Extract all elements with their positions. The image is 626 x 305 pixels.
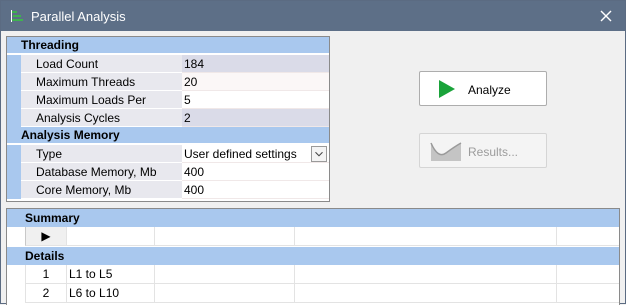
details-band-header[interactable]: Details [7, 247, 619, 265]
summary-row[interactable]: ▶ [7, 227, 619, 246]
play-icon [439, 80, 455, 98]
row-gutter [7, 91, 21, 109]
analysis-memory-section-header[interactable]: Analysis Memory [7, 127, 329, 143]
summary-cell[interactable] [295, 227, 557, 246]
summary-cell[interactable] [67, 227, 155, 246]
maximum-loads-per-thread-value[interactable]: 5 [182, 91, 329, 109]
detail-cell[interactable] [557, 265, 619, 284]
row-gutter [7, 55, 21, 73]
row-gutter [7, 73, 21, 91]
results-button[interactable]: Results... [419, 133, 547, 168]
analysis-grid: Summary ▶ Details 1 L1 to L5 2 L6 to L10 [6, 208, 620, 305]
property-name: Maximum Loads Per Thread [21, 91, 182, 125]
row-gutter [7, 109, 21, 127]
parallel-analysis-window: Parallel Analysis Threading Load Count 1… [0, 0, 626, 305]
core-memory-value[interactable]: 400 [182, 181, 329, 199]
row-gutter [7, 163, 21, 181]
results-surface-icon [430, 142, 462, 161]
memory-type-select[interactable]: User defined settings [182, 145, 329, 163]
row-index: 1 [25, 265, 67, 284]
analyze-button-label: Analyze [468, 83, 511, 97]
property-name: Core Memory, Mb [21, 181, 182, 199]
row-gutter [7, 145, 21, 163]
detail-cell[interactable] [155, 265, 295, 284]
detail-cell[interactable] [557, 284, 619, 303]
property-row-maximum-threads[interactable]: Maximum Threads 20 [7, 73, 329, 91]
load-range-cell[interactable]: L1 to L5 [67, 265, 155, 284]
title-bar[interactable]: Parallel Analysis [1, 1, 625, 31]
property-name: Analysis Cycles [21, 109, 182, 127]
maximum-threads-value[interactable]: 20 [182, 73, 329, 91]
property-row-analysis-cycles[interactable]: Analysis Cycles 2 [7, 109, 329, 127]
database-memory-value[interactable]: 400 [182, 163, 329, 181]
memory-type-value: User defined settings [184, 147, 297, 161]
table-row[interactable]: 1 L1 to L5 [7, 265, 619, 284]
table-row[interactable]: 2 L6 to L10 [7, 284, 619, 303]
analyze-button[interactable]: Analyze [419, 71, 547, 106]
parallel-analysis-icon [11, 10, 23, 22]
window-title: Parallel Analysis [31, 9, 126, 24]
threading-section-header[interactable]: Threading [7, 37, 329, 53]
settings-property-grid: Threading Load Count 184 Maximum Threads… [6, 36, 330, 202]
analysis-cycles-value[interactable]: 2 [182, 109, 329, 127]
property-row-database-memory[interactable]: Database Memory, Mb 400 [7, 163, 329, 181]
property-row-core-memory[interactable]: Core Memory, Mb 400 [7, 181, 329, 199]
summary-cell[interactable] [155, 227, 295, 246]
detail-cell[interactable] [295, 284, 557, 303]
row-index: 2 [25, 284, 67, 303]
close-icon[interactable] [595, 5, 617, 27]
property-row-type[interactable]: Type User defined settings [7, 145, 329, 163]
row-selector-icon[interactable]: ▶ [25, 227, 67, 246]
row-gutter [7, 181, 21, 199]
property-name: Type [21, 145, 182, 163]
chevron-down-icon[interactable] [311, 146, 327, 162]
property-name: Database Memory, Mb [21, 163, 182, 181]
results-button-label: Results... [468, 145, 519, 159]
load-count-value[interactable]: 184 [182, 55, 329, 73]
load-range-cell[interactable]: L6 to L10 [67, 284, 155, 303]
property-name: Load Count [21, 55, 182, 73]
detail-cell[interactable] [295, 265, 557, 284]
detail-cell[interactable] [155, 284, 295, 303]
summary-cell[interactable] [557, 227, 619, 246]
property-row-load-count[interactable]: Load Count 184 [7, 55, 329, 73]
property-name: Maximum Threads [21, 73, 182, 91]
summary-band-header[interactable]: Summary [7, 209, 619, 227]
property-row-maximum-loads-per-thread[interactable]: Maximum Loads Per Thread 5 [7, 91, 329, 125]
